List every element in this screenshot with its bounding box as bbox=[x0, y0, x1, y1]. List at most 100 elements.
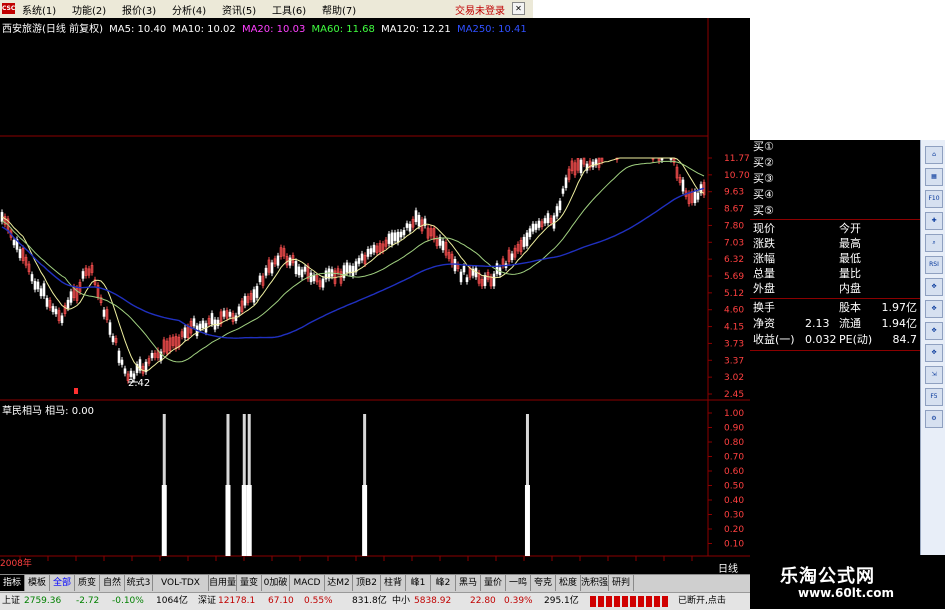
tab-12[interactable]: 达M2 bbox=[325, 575, 353, 591]
buy-level-4: 买④ bbox=[753, 188, 774, 201]
menu-system[interactable]: 系统(1) bbox=[22, 2, 56, 17]
menu-function[interactable]: 功能(2) bbox=[72, 2, 106, 17]
tab-6[interactable]: 统式3 bbox=[125, 575, 153, 591]
candle-body bbox=[300, 269, 304, 278]
indicator-tick-label: 0.30 bbox=[724, 511, 744, 521]
candle-body bbox=[369, 248, 373, 255]
price-tick-label: 10.70 bbox=[724, 171, 750, 181]
ma20-value: MA20: 10.03 bbox=[241, 24, 306, 35]
label-pe: PE(动) bbox=[839, 333, 873, 346]
candle-body bbox=[117, 350, 121, 363]
tab-17[interactable]: 黑马 bbox=[456, 575, 481, 591]
candle-body bbox=[69, 291, 73, 303]
menu-help[interactable]: 帮助(7) bbox=[322, 2, 356, 17]
home-icon[interactable]: ⌂ bbox=[925, 146, 943, 164]
tab-23[interactable]: 研判 bbox=[609, 575, 634, 591]
f5-icon[interactable]: F5 bbox=[925, 388, 943, 406]
ma250-value: MA250: 10.41 bbox=[456, 24, 527, 35]
candle-body bbox=[45, 297, 49, 307]
candle-body bbox=[495, 263, 499, 274]
candle-body bbox=[252, 289, 256, 303]
search-icon[interactable]: ⌕ bbox=[925, 234, 943, 252]
candle-body bbox=[255, 286, 259, 298]
candle-body bbox=[522, 236, 526, 247]
label-open: 今开 bbox=[839, 222, 861, 235]
settings-icon[interactable]: ⚙ bbox=[925, 410, 943, 428]
year-label: 2008年 bbox=[0, 559, 32, 569]
indicator-tick-label: 0.20 bbox=[724, 525, 744, 535]
candle-body bbox=[303, 266, 307, 272]
menu-tools[interactable]: 工具(6) bbox=[272, 2, 306, 17]
label-turnover: 换手 bbox=[753, 301, 775, 314]
candle-body bbox=[510, 253, 514, 260]
trade-login-status[interactable]: 交易未登录 bbox=[455, 2, 505, 17]
tab-15[interactable]: 峰1 bbox=[406, 575, 431, 591]
candle-body bbox=[465, 277, 469, 282]
menu-analysis[interactable]: 分析(4) bbox=[172, 2, 206, 17]
label-pct: 涨幅 bbox=[753, 252, 775, 265]
tab-18[interactable]: 量价 bbox=[481, 575, 506, 591]
candle-body bbox=[564, 177, 568, 188]
quote-row-price: 现价 今开 bbox=[753, 222, 861, 236]
candle-body bbox=[309, 272, 313, 283]
candle-body bbox=[390, 232, 394, 245]
candle-body bbox=[414, 210, 418, 223]
buy-level-1: 买① bbox=[753, 140, 774, 153]
close-icon[interactable]: ✕ bbox=[512, 2, 525, 15]
menu-quote[interactable]: 报价(3) bbox=[122, 2, 156, 17]
candle-body bbox=[102, 309, 106, 317]
tab-4[interactable]: 质变 bbox=[75, 575, 100, 591]
tab-16[interactable]: 峰2 bbox=[431, 575, 456, 591]
tab-1[interactable]: 指标 bbox=[0, 575, 25, 591]
tab-2[interactable]: 模板 bbox=[25, 575, 50, 591]
candle-body bbox=[312, 275, 316, 282]
tab-21[interactable]: 松度 bbox=[556, 575, 581, 591]
expand-icon[interactable]: ⇲ bbox=[925, 366, 943, 384]
f10-icon[interactable]: F10 bbox=[925, 190, 943, 208]
candle-body bbox=[546, 213, 550, 224]
candle-body bbox=[525, 232, 529, 247]
kline-chart[interactable]: 11.77 10.70 9.63 8.67 7.80 7.03 6.32 5.69 5.12 4.… bbox=[0, 18, 750, 575]
sh-change: -2.72 bbox=[76, 596, 100, 606]
tab-3[interactable]: 全部 bbox=[50, 575, 75, 591]
move-icon[interactable]: ✥ bbox=[925, 344, 943, 362]
move-icon[interactable]: ✥ bbox=[925, 322, 943, 340]
tab-8[interactable]: 自用量 bbox=[209, 575, 237, 591]
move-icon[interactable]: ✥ bbox=[925, 300, 943, 318]
sh-label: 上证 bbox=[2, 596, 21, 606]
candle-body bbox=[258, 275, 262, 283]
buy-level-3: 买③ bbox=[753, 172, 774, 185]
candle-body bbox=[366, 249, 370, 257]
tab-7[interactable]: VOL-TDX bbox=[153, 575, 209, 591]
tab-20[interactable]: 夸克 bbox=[531, 575, 556, 591]
candle-body bbox=[534, 223, 538, 230]
chart-icon[interactable]: ▦ bbox=[925, 168, 943, 186]
tab-9[interactable]: 量变 bbox=[237, 575, 262, 591]
label-eps: 收益(一) bbox=[753, 333, 795, 346]
tab-19[interactable]: 一鸣 bbox=[506, 575, 531, 591]
crosshair-icon[interactable]: ✚ bbox=[925, 212, 943, 230]
price-tick-label: 4.60 bbox=[724, 306, 744, 316]
move-icon[interactable]: ✥ bbox=[925, 278, 943, 296]
tab-14[interactable]: 柱背 bbox=[381, 575, 406, 591]
price-tick-label: 9.63 bbox=[724, 188, 744, 198]
candle-body bbox=[345, 262, 349, 273]
pe-value: 84.7 bbox=[892, 333, 918, 346]
connection-status[interactable]: 已断开,点击 bbox=[678, 593, 726, 610]
rsi-icon[interactable]: RSI bbox=[925, 256, 943, 274]
tab-22[interactable]: 洗积强 bbox=[581, 575, 609, 591]
candle-body bbox=[60, 315, 64, 323]
indicator-tabs: 指标 模板 全部 质变 自然 统式3 VOL-TDX 自用量 量变 0加破 MACD 达M2 顶B2 柱背… bbox=[0, 574, 750, 592]
indicator-tick-label: 1.00 bbox=[724, 409, 744, 419]
indicator-tick-label: 0.60 bbox=[724, 467, 744, 477]
candle-body bbox=[111, 336, 115, 343]
tab-11[interactable]: MACD bbox=[290, 575, 325, 591]
tab-13[interactable]: 顶B2 bbox=[353, 575, 381, 591]
indicator-tick-label: 0.10 bbox=[724, 540, 744, 550]
tab-10[interactable]: 0加破 bbox=[262, 575, 290, 591]
stats-row-turnover: 换手 股本 1.97亿 bbox=[753, 301, 917, 315]
price-tick-label: 5.12 bbox=[724, 289, 744, 299]
tab-5[interactable]: 自然 bbox=[100, 575, 125, 591]
menu-news[interactable]: 资讯(5) bbox=[222, 2, 256, 17]
candle-body bbox=[237, 306, 241, 315]
